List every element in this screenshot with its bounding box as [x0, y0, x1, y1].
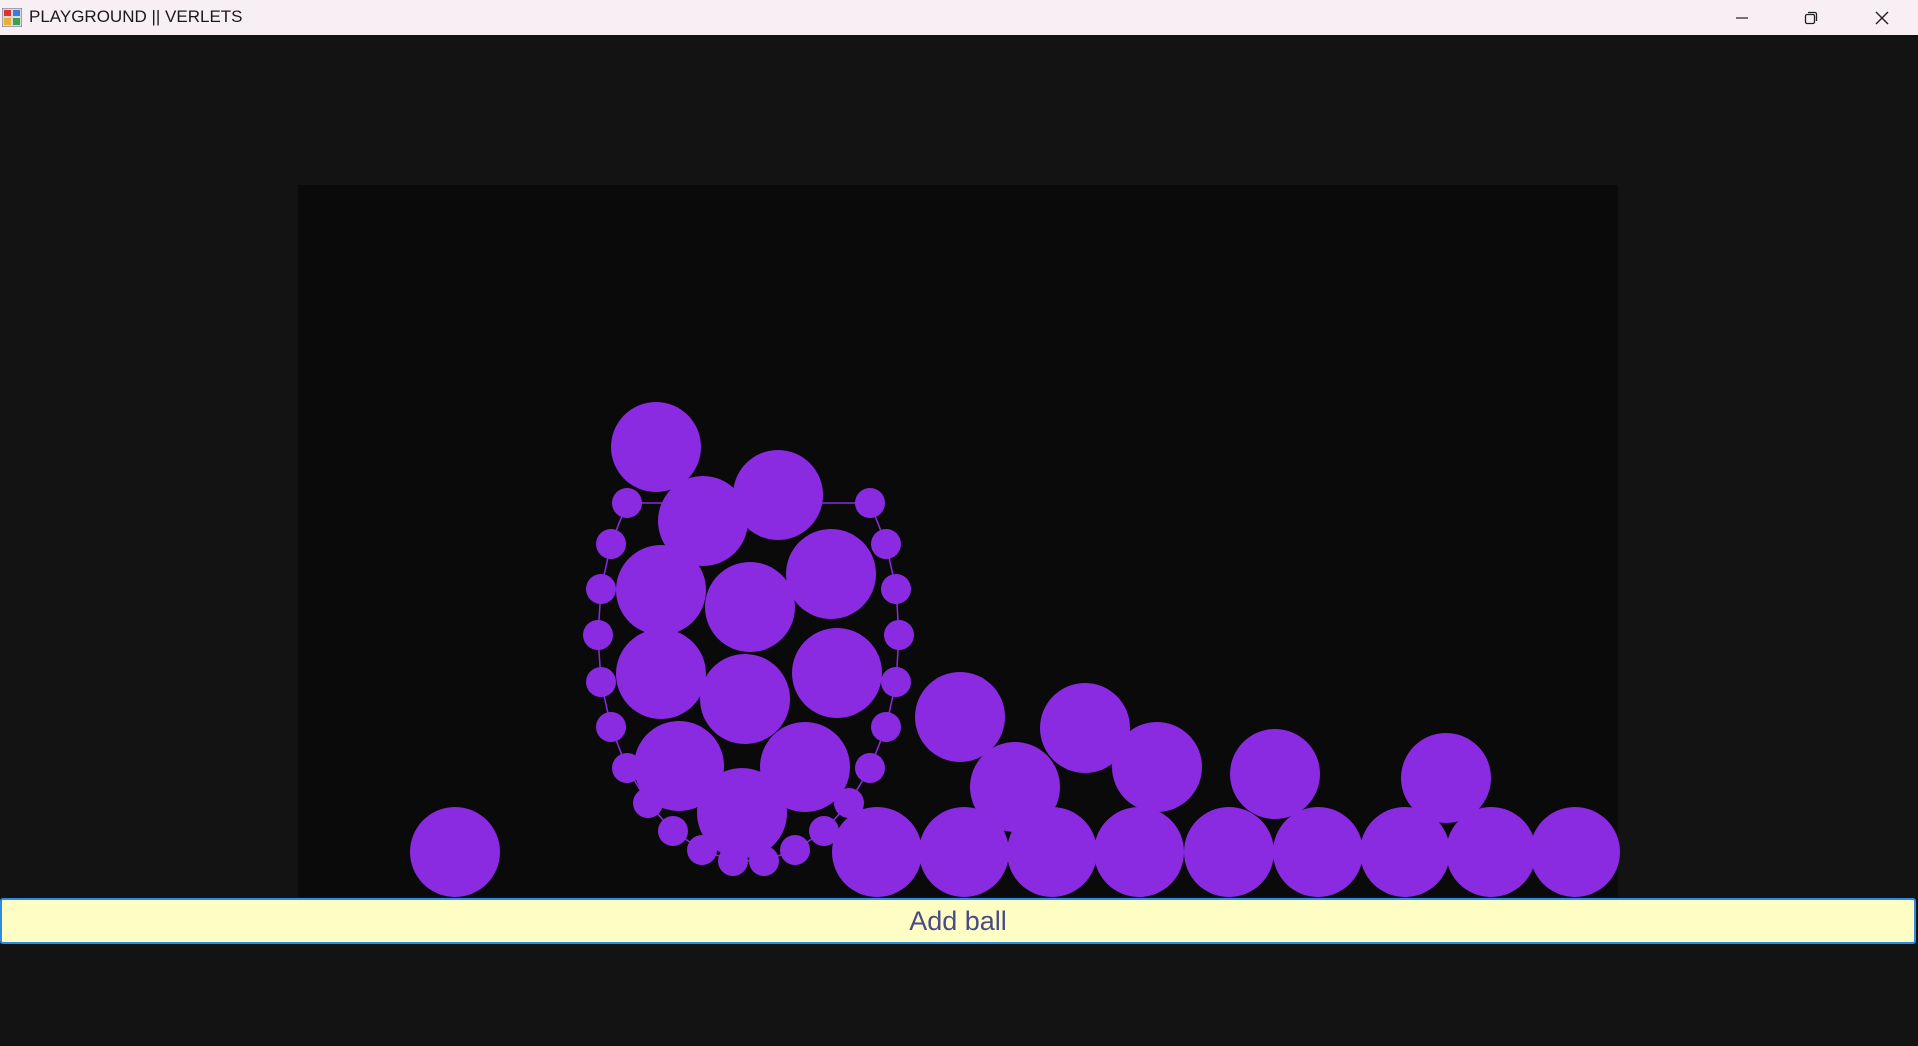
ball: [1007, 807, 1097, 897]
app-window: PLAYGROUND || VERLETS Add ball: [0, 0, 1918, 1046]
simulation-scene: [410, 402, 1620, 897]
ball: [786, 529, 876, 619]
ball: [1112, 722, 1202, 812]
ball: [832, 807, 922, 897]
soft-body-node: [884, 620, 914, 650]
soft-body-node: [881, 574, 911, 604]
ball: [733, 450, 823, 540]
ball: [410, 807, 500, 897]
ball: [611, 402, 701, 492]
soft-body-node: [881, 667, 911, 697]
soft-body-node: [596, 529, 626, 559]
soft-body-node: [583, 620, 613, 650]
ball: [1530, 807, 1620, 897]
ball: [1230, 729, 1320, 819]
ball: [792, 628, 882, 718]
ball: [1184, 807, 1274, 897]
ball: [915, 672, 1005, 762]
ball: [697, 768, 787, 858]
ball: [1094, 807, 1184, 897]
ball: [705, 562, 795, 652]
ball: [1360, 807, 1450, 897]
ball: [1446, 807, 1536, 897]
ball: [616, 545, 706, 635]
ball: [919, 807, 1009, 897]
ball: [616, 629, 706, 719]
ball: [1273, 807, 1363, 897]
soft-body-node: [658, 816, 688, 846]
ball: [700, 654, 790, 744]
soft-body-node: [780, 835, 810, 865]
soft-body-node: [871, 712, 901, 742]
soft-body-node: [586, 667, 616, 697]
soft-body-node: [586, 574, 616, 604]
soft-body-node: [596, 712, 626, 742]
soft-body-node: [855, 488, 885, 518]
add-ball-button[interactable]: Add ball: [0, 898, 1916, 944]
soft-body-node: [612, 488, 642, 518]
soft-body-node: [871, 529, 901, 559]
soft-body-node: [855, 753, 885, 783]
